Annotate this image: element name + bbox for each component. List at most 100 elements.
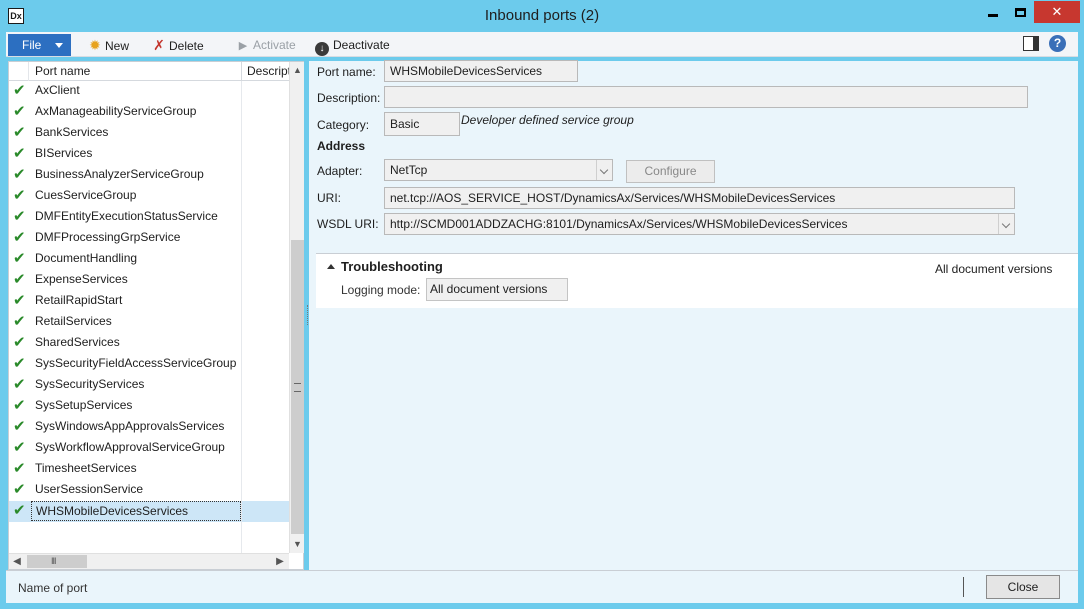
- list-item[interactable]: ✔ CuesServiceGroup: [9, 186, 289, 207]
- panel-layout-icon[interactable]: [1023, 36, 1039, 51]
- horizontal-scrollbar[interactable]: ◀ ▶: [9, 553, 289, 569]
- port-name-cell: DMFEntityExecutionStatusService: [35, 209, 218, 223]
- port-name-cell: CuesServiceGroup: [35, 188, 137, 202]
- new-button[interactable]: ✹ New: [87, 35, 129, 55]
- checkmark-icon: ✔: [13, 82, 26, 99]
- scroll-thumb[interactable]: [291, 240, 304, 534]
- port-name-cell: BIServices: [35, 146, 93, 160]
- horizontal-scroll-thumb[interactable]: [27, 555, 87, 568]
- checkmark-icon: ✔: [13, 208, 26, 225]
- checkmark-icon: ✔: [13, 460, 26, 477]
- port-name-cell: TimesheetServices: [35, 461, 137, 475]
- detail-panel: Port name: WHSMobileDevicesServices Desc…: [309, 60, 1078, 570]
- window-bottom-border: [0, 603, 1084, 609]
- collapse-caret-icon[interactable]: [327, 264, 335, 269]
- list-item[interactable]: ✔ SysWorkflowApprovalServiceGroup: [9, 438, 289, 459]
- troubleshooting-section: Troubleshooting All document versions Lo…: [316, 253, 1078, 308]
- list-item[interactable]: ✔ DMFProcessingGrpService: [9, 228, 289, 249]
- logging-mode-field[interactable]: All document versions: [426, 278, 568, 301]
- checkmark-icon: ✔: [13, 502, 26, 519]
- configure-button[interactable]: Configure: [626, 160, 715, 183]
- checkmark-icon: ✔: [13, 313, 26, 330]
- checkmark-icon: ✔: [13, 397, 26, 414]
- list-item[interactable]: ✔ TimesheetServices: [9, 459, 289, 480]
- list-item[interactable]: ✔ SysWindowsAppApprovalsServices: [9, 417, 289, 438]
- port-name-cell: AxClient: [35, 83, 80, 97]
- category-field[interactable]: Basic: [384, 112, 460, 136]
- list-item[interactable]: ✔ RetailRapidStart: [9, 291, 289, 312]
- port-name-cell: SharedServices: [35, 335, 120, 349]
- port-name-cell: DocumentHandling: [35, 251, 138, 265]
- delete-button[interactable]: ✗ Delete: [151, 35, 204, 55]
- file-menu-button[interactable]: File: [8, 34, 71, 56]
- port-name-cell: RetailRapidStart: [35, 293, 123, 307]
- wsdl-uri-label: WSDL URI:: [317, 217, 379, 231]
- list-item[interactable]: ✔ AxClient: [9, 81, 289, 102]
- list-item[interactable]: ✔ DMFEntityExecutionStatusService: [9, 207, 289, 228]
- port-name-cell: SysWindowsAppApprovalsServices: [35, 419, 225, 433]
- header-check-column[interactable]: [9, 62, 29, 81]
- checkmark-icon: ✔: [13, 418, 26, 435]
- port-name-cell: UserSessionService: [35, 482, 144, 496]
- new-label: New: [105, 39, 130, 53]
- port-name-field[interactable]: WHSMobileDevicesServices: [384, 60, 578, 82]
- uri-field[interactable]: net.tcp://AOS_SERVICE_HOST/DynamicsAx/Se…: [384, 187, 1015, 209]
- port-name-cell: AxManageabilityServiceGroup: [35, 104, 197, 118]
- status-text: Name of port: [18, 581, 88, 595]
- adapter-dropdown[interactable]: NetTcp: [384, 159, 613, 181]
- port-name-cell: SysSecurityServices: [35, 377, 145, 391]
- list-item[interactable]: ✔ SysSecurityServices: [9, 375, 289, 396]
- scroll-down-icon[interactable]: ▼: [290, 536, 305, 552]
- list-item[interactable]: ✔ WHSMobileDevicesServices: [9, 501, 289, 522]
- category-label: Category:: [317, 118, 370, 132]
- list-item[interactable]: ✔ RetailServices: [9, 312, 289, 333]
- list-item[interactable]: ✔ SharedServices: [9, 333, 289, 354]
- list-item[interactable]: ✔ BusinessAnalyzerServiceGroup: [9, 165, 289, 186]
- troubleshooting-title[interactable]: Troubleshooting: [341, 259, 443, 274]
- port-name-cell: SysSecurityFieldAccessServiceGroup: [35, 356, 237, 370]
- checkmark-icon: ✔: [13, 271, 26, 288]
- chevron-down-icon: [55, 43, 63, 48]
- port-name-cell: WHSMobileDevicesServices: [31, 501, 241, 521]
- scroll-up-icon[interactable]: ▲: [290, 62, 305, 78]
- list-item[interactable]: ✔ UserSessionService: [9, 480, 289, 501]
- close-window-button[interactable]: ✕: [1034, 1, 1080, 23]
- scroll-left-icon[interactable]: ◀: [9, 554, 25, 570]
- column-header-description[interactable]: Descript: [247, 64, 289, 78]
- port-name-cell: ExpenseServices: [35, 272, 128, 286]
- toolbar: File ✹ New ✗ Delete ▶ Activate ↓ Deactivate …: [6, 32, 1078, 57]
- list-item[interactable]: ✔ AxManageabilityServiceGroup: [9, 102, 289, 123]
- column-header-port-name[interactable]: Port name: [35, 64, 90, 78]
- deactivate-button[interactable]: ↓ Deactivate: [315, 35, 390, 56]
- help-icon[interactable]: ?: [1049, 35, 1066, 52]
- scroll-right-icon[interactable]: ▶: [272, 554, 288, 570]
- activate-label: Activate: [253, 38, 296, 52]
- checkmark-icon: ✔: [13, 481, 26, 498]
- delete-x-icon: ✗: [153, 37, 165, 53]
- wsdl-uri-dropdown[interactable]: http://SCMD001ADDZACHG:8101/DynamicsAx/S…: [384, 213, 1015, 235]
- list-item[interactable]: ✔ BankServices: [9, 123, 289, 144]
- close-button[interactable]: Close: [986, 575, 1060, 599]
- status-divider: [963, 577, 964, 597]
- column-divider-line: [241, 81, 242, 553]
- wsdl-uri-value: http://SCMD001ADDZACHG:8101/DynamicsAx/S…: [390, 217, 848, 231]
- chevron-down-icon[interactable]: [596, 160, 612, 180]
- list-item[interactable]: ✔ SysSecurityFieldAccessServiceGroup: [9, 354, 289, 375]
- list-item[interactable]: ✔ DocumentHandling: [9, 249, 289, 270]
- adapter-label: Adapter:: [317, 164, 363, 178]
- list-item[interactable]: ✔ ExpenseServices: [9, 270, 289, 291]
- window-title: Inbound ports (2): [484, 7, 600, 24]
- minimize-button[interactable]: [978, 1, 1007, 23]
- column-divider[interactable]: [241, 62, 242, 81]
- title-bar[interactable]: Dx Inbound ports (2) ✕: [0, 0, 1084, 32]
- chevron-down-icon[interactable]: [998, 214, 1014, 234]
- port-name-cell: RetailServices: [35, 314, 112, 328]
- vertical-scrollbar[interactable]: ▲ ▼: [289, 62, 304, 553]
- activate-button[interactable]: ▶ Activate: [235, 35, 296, 55]
- window: Dx Inbound ports (2) ✕ File ✹ New ✗ Delete…: [0, 0, 1084, 609]
- description-field[interactable]: [384, 86, 1028, 108]
- port-name-label: Port name:: [317, 65, 376, 79]
- list-item[interactable]: ✔ BIServices: [9, 144, 289, 165]
- maximize-button[interactable]: [1006, 1, 1035, 23]
- list-item[interactable]: ✔ SysSetupServices: [9, 396, 289, 417]
